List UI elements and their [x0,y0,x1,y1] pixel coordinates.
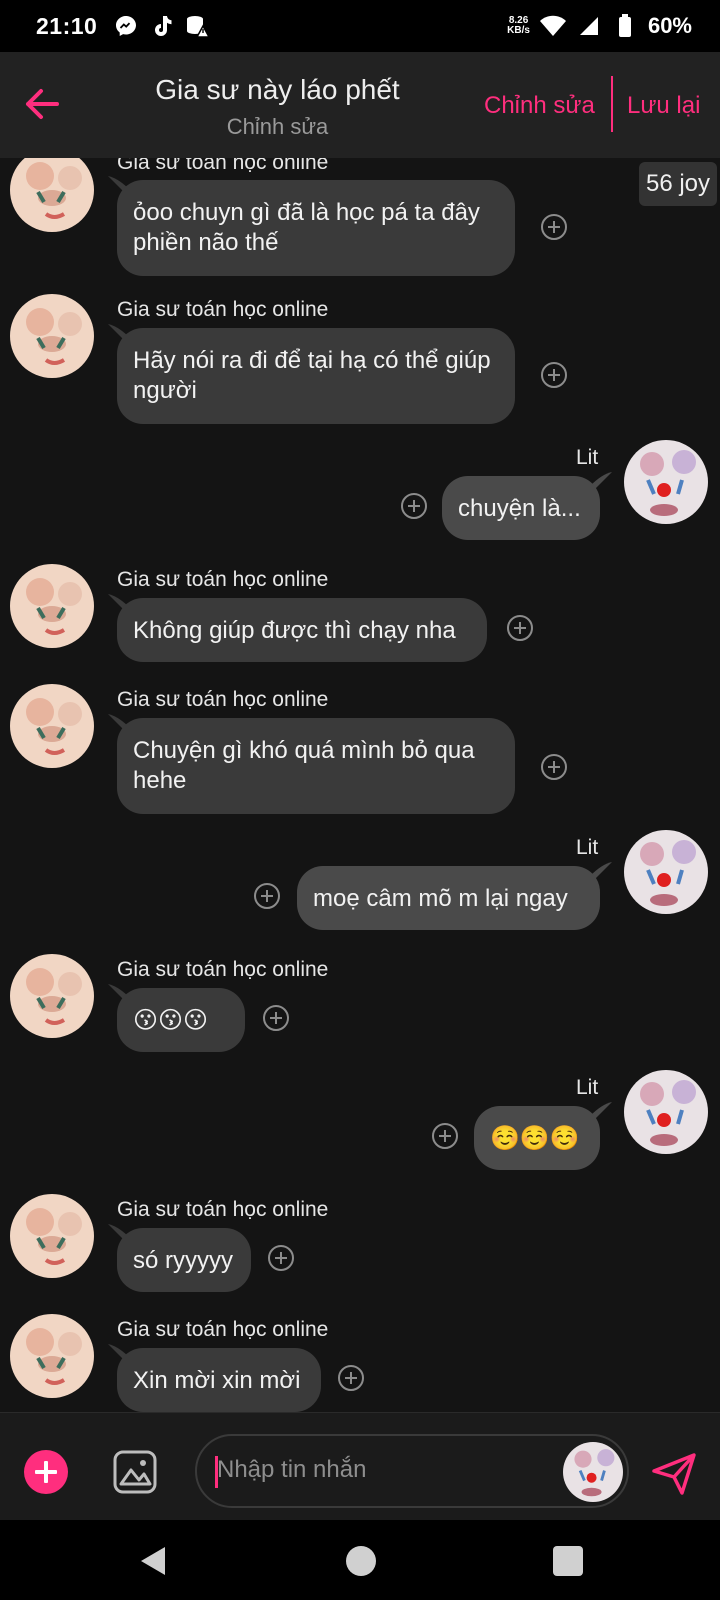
avatar[interactable] [10,1194,94,1278]
chat-list[interactable]: Gia sư toán học online ỏoo chuyn gì đã l… [0,158,720,1412]
avatar[interactable] [10,564,94,648]
composer-bar: Nhập tin nhắn [0,1412,720,1520]
page-subtitle: Chỉnh sửa [226,114,329,139]
message-bubble[interactable]: Hãy nói ra đi để tại hạ có thể giúp ngườ… [117,328,515,424]
react-add-button[interactable] [541,754,567,780]
message-bubble[interactable]: moẹ câm mõ m lại ngay [297,866,600,930]
sender-name: Gia sư toán học online [117,298,329,321]
react-add-button[interactable] [401,493,427,519]
send-button[interactable] [650,1449,698,1497]
message-bubble[interactable]: ỏoo chuyn gì đã là học pá ta đây phiền n… [117,180,515,276]
battery-icon [612,13,638,39]
back-button[interactable] [22,82,62,126]
avatar[interactable] [624,830,708,914]
message-bubble[interactable]: ☺️☺️☺️ [474,1106,600,1170]
data-alert-icon [185,13,211,39]
triangle-back-icon [141,1547,165,1575]
sender-name: Gia sư toán học online [117,1198,329,1221]
sender-name: Gia sư toán học online [117,958,329,981]
status-time: 21:10 [36,12,98,39]
network-speed: 8.26 KB/s [507,15,530,36]
avatar[interactable] [624,440,708,524]
avatar[interactable] [10,954,94,1038]
avatar[interactable] [624,1070,708,1154]
avatar[interactable] [10,1314,94,1398]
sender-name: Gia sư toán học online [117,158,329,174]
nav-recents-button[interactable] [553,1546,583,1576]
message-bubble[interactable]: chuyện là... [442,476,600,540]
message-bubble[interactable]: só ryyyyy [117,1228,251,1292]
tiktok-icon [149,13,175,39]
save-button[interactable]: Lưu lại [627,92,700,120]
nav-back-button[interactable] [137,1544,169,1578]
page-title: Gia sư này láo phết [155,74,400,105]
sender-name: Lit [576,836,599,859]
nav-home-button[interactable] [346,1546,376,1576]
message-bubble[interactable]: Chuyện gì khó quá mình bỏ qua hehe [117,718,515,814]
react-add-button[interactable] [432,1123,458,1149]
send-icon [652,1453,696,1495]
messenger-icon [113,13,139,39]
sender-name: Lit [576,446,599,469]
react-add-button[interactable] [268,1245,294,1271]
persona-avatar-button[interactable] [563,1442,623,1502]
avatar[interactable] [10,684,94,768]
avatar[interactable] [10,158,94,232]
react-add-button[interactable] [507,615,533,641]
message-input-placeholder: Nhập tin nhắn [217,1456,367,1483]
header-divider [611,76,613,132]
system-nav-bar [0,1520,720,1600]
cellular-signal-icon [576,13,602,39]
image-picker-button[interactable] [112,1449,158,1495]
sender-name: Gia sư toán học online [117,688,329,711]
wifi-icon [539,13,566,39]
react-add-button[interactable] [541,362,567,388]
chat-header: Gia sư này láo phết Chỉnh sửa Chỉnh sửa … [0,52,720,158]
add-attachment-button[interactable] [24,1450,68,1494]
image-icon [113,1450,157,1494]
sender-name: Gia sư toán học online [117,568,329,591]
edit-button[interactable]: Chỉnh sửa [484,92,595,120]
message-bubble[interactable]: 😗😗😗 [117,988,245,1052]
react-add-button[interactable] [541,214,567,240]
react-add-button[interactable] [254,883,280,909]
react-add-button[interactable] [263,1005,289,1031]
battery-percent: 60% [647,13,692,38]
message-bubble[interactable]: Không giúp được thì chạy nha [117,598,487,662]
sender-name: Lit [576,1076,599,1099]
avatar[interactable] [10,294,94,378]
message-input[interactable]: Nhập tin nhắn [195,1434,629,1508]
status-bar: 21:10 8.26 KB/s 60% [0,0,720,52]
arrow-left-icon [26,89,59,119]
react-add-button[interactable] [338,1365,364,1391]
joy-badge: 56 joy [639,162,717,206]
message-bubble[interactable]: Xin mời xin mời [117,1348,321,1412]
sender-name: Gia sư toán học online [117,1318,329,1341]
